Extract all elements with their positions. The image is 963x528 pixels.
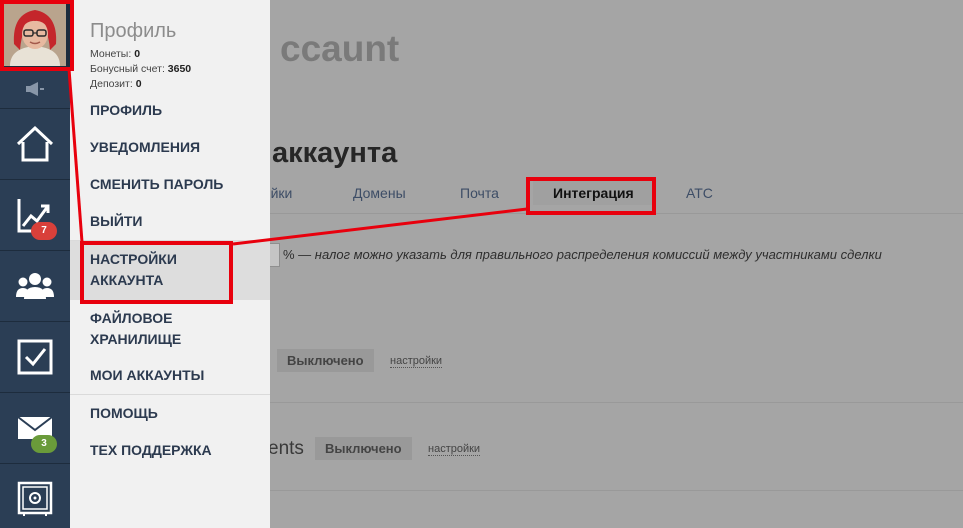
- menu-item-support[interactable]: ТЕХ ПОДДЕРЖКА: [70, 440, 270, 461]
- tasks-icon: [17, 339, 53, 375]
- menu-item-my-accounts[interactable]: МОИ АККАУНТЫ: [70, 365, 270, 386]
- menu-item-account-settings[interactable]: НАСТРОЙКИ АККАУНТА: [70, 241, 270, 300]
- deposit-stat: Депозит: 0: [90, 78, 142, 90]
- section-divider-1: [270, 402, 963, 403]
- app-title: ccaunt: [280, 28, 400, 69]
- avatar: [4, 4, 66, 66]
- setting1-status: Выключено: [277, 349, 374, 372]
- page-heading: аккаунта: [272, 137, 398, 169]
- sidebar-item-home[interactable]: [0, 108, 70, 178]
- setting2-link[interactable]: настройки: [428, 443, 481, 456]
- bonus-stat: Бонусный счет: 3650: [90, 63, 192, 75]
- setting1-link[interactable]: настройки: [390, 355, 443, 368]
- sidebar-item-safe[interactable]: [0, 463, 70, 528]
- tabs-divider: [270, 213, 963, 214]
- speaker-icon[interactable]: [0, 78, 70, 100]
- sidebar-item-tasks[interactable]: [0, 321, 70, 391]
- setting2-name: ents: [268, 438, 304, 459]
- section-divider-2: [270, 490, 963, 491]
- coins-stat: Монеты: 0: [90, 48, 141, 60]
- home-icon: [16, 125, 54, 162]
- menu-item-change-password[interactable]: СМЕНИТЬ ПАРОЛЬ: [70, 174, 270, 195]
- safe-icon: [17, 481, 53, 516]
- profile-title: Профиль: [90, 20, 177, 42]
- setting2-status: Выключено: [315, 437, 412, 460]
- tab-pbx[interactable]: АТС: [686, 185, 713, 201]
- icon-sidebar: 7 3: [0, 0, 70, 528]
- sidebar-item-contacts[interactable]: [0, 250, 70, 320]
- tab-mail[interactable]: Почта: [460, 185, 499, 201]
- menu-item-help[interactable]: ПОМОЩЬ: [70, 403, 270, 424]
- contacts-icon: [16, 273, 54, 299]
- mail-badge: 3: [31, 435, 57, 453]
- menu-divider: [70, 394, 270, 395]
- tab-domains[interactable]: Домены: [353, 185, 406, 201]
- profile-menu: Профиль Монеты: 0 Бонусный счет: 3650 Де…: [70, 0, 270, 528]
- sidebar-item-mail[interactable]: 3: [0, 392, 70, 462]
- menu-item-notifications[interactable]: УВЕДОМЛЕНИЯ: [70, 137, 270, 158]
- menu-item-logout[interactable]: ВЫЙТИ: [70, 211, 270, 232]
- avatar-button[interactable]: [0, 0, 70, 70]
- menu-item-profile[interactable]: ПРОФИЛЬ: [70, 100, 270, 121]
- tax-hint: % — налог можно указать для правильного …: [283, 247, 882, 262]
- stats-badge: 7: [31, 222, 57, 240]
- menu-item-file-storage[interactable]: ФАЙЛОВОЕ ХРАНИЛИЩЕ: [70, 308, 270, 350]
- sidebar-item-stats[interactable]: 7: [0, 179, 70, 249]
- tab-integration[interactable]: Интеграция: [533, 181, 654, 205]
